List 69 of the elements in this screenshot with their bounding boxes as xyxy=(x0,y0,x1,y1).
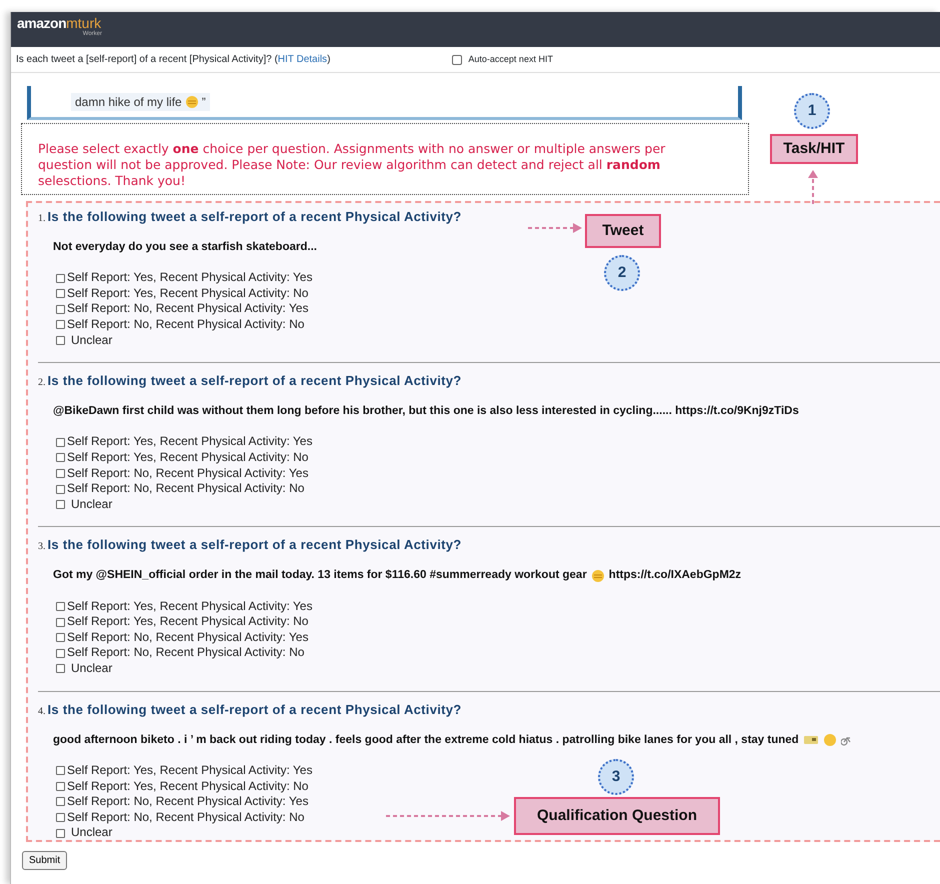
tweet-text: Not everyday do you see a starfish skateboard... xyxy=(53,240,317,255)
tweet-text: Got my @SHEIN_official order in the mail today. 13 items for $116.60 #summerready workout gear xyxy=(53,568,587,584)
option-label: Self Report: No, Recent Physical Activity: No xyxy=(67,481,304,497)
tweet-text: damn hike of my life xyxy=(75,94,182,110)
checkbox[interactable] xyxy=(56,289,65,298)
checkbox[interactable] xyxy=(56,468,65,478)
logo-text: mturk xyxy=(66,15,102,31)
quote-mark: ” xyxy=(202,94,206,110)
option-label: Unclear xyxy=(71,825,112,841)
option-label: Self Report: No, Recent Physical Activity: No xyxy=(67,317,304,333)
question-number: 1. xyxy=(38,212,46,226)
checkbox[interactable] xyxy=(56,633,65,642)
checkbox[interactable] xyxy=(56,797,65,806)
dashed-arrow xyxy=(807,170,819,204)
option-label: Self Report: Yes, Recent Physical Activity: No xyxy=(67,778,308,794)
checkbox[interactable] xyxy=(56,602,65,611)
dashed-arrow xyxy=(528,222,582,234)
option-label: Self Report: No, Recent Physical Activity: Yes xyxy=(67,466,308,482)
ticket-icon xyxy=(802,734,819,746)
checkbox[interactable] xyxy=(56,500,65,510)
checkbox[interactable] xyxy=(56,336,65,345)
checkbox[interactable] xyxy=(56,484,65,494)
submit-button[interactable]: Submit xyxy=(22,851,68,870)
checkbox[interactable] xyxy=(56,304,65,314)
option-label: Self Report: Yes, Recent Physical Activity: No xyxy=(67,450,308,466)
checkbox[interactable] xyxy=(56,664,65,674)
option-label: Self Report: No, Recent Physical Activity: Yes xyxy=(67,301,308,318)
option-label: Unclear xyxy=(71,496,112,512)
question-title: Is the following tweet a self-report of a recent Physical Activity? xyxy=(48,372,462,390)
option-label: Unclear xyxy=(71,332,112,348)
checkbox[interactable] xyxy=(56,648,65,658)
checkbox[interactable] xyxy=(56,828,65,838)
option-label: Self Report: No, Recent Physical Activity: Yes xyxy=(67,794,308,810)
option-label: Unclear xyxy=(71,661,112,677)
question-title: Is the following tweet a self-report of a recent Physical Activity? xyxy=(48,700,462,719)
checkbox[interactable] xyxy=(56,274,65,283)
logo-text: amazon xyxy=(17,15,66,31)
question-number: 4. xyxy=(38,704,46,719)
checkbox[interactable] xyxy=(56,782,65,791)
checkbox[interactable] xyxy=(56,618,65,627)
annotation-label: Tweet xyxy=(585,214,661,248)
checkbox[interactable] xyxy=(56,453,65,462)
annotation-label: Task/HIT xyxy=(770,134,858,164)
option-label: Self Report: Yes, Recent Physical Activity: No xyxy=(67,614,308,630)
option-label: Self Report: Yes, Recent Physical Activity: Yes xyxy=(67,270,312,286)
instructions-text: Please select exactly one choice per question. Assignments with no answer or multiple answers per question will not be approved. Please Note: Our review algorithm can detect and reject all random selesctions. Thank you! xyxy=(21,123,749,195)
checkbox-label: Auto-accept next HIT xyxy=(468,52,553,66)
option-label: Self Report: No, Recent Physical Activity: No xyxy=(67,810,304,826)
hit-details-link[interactable]: HIT Details xyxy=(278,54,328,65)
question-title: Is the following tweet a self-report of a recent Physical Activity? xyxy=(48,536,462,554)
auto-accept-checkbox[interactable] xyxy=(452,54,462,64)
annotation-label: Qualification Question xyxy=(514,797,720,835)
option-label: Self Report: No, Recent Physical Activity: No xyxy=(67,645,304,662)
checkbox[interactable] xyxy=(56,812,65,822)
option-label: Self Report: Yes, Recent Physical Activity: Yes xyxy=(67,434,312,450)
checkbox[interactable] xyxy=(56,320,65,330)
option-label: Self Report: Yes, Recent Physical Activity: Yes xyxy=(67,598,312,614)
checkbox[interactable] xyxy=(56,438,65,447)
tweet-text: @BikeDawn first child was without them long before his brother, but this one is also less interested in cycling...... https://t.co/9Knj9zTiDs xyxy=(53,404,799,420)
face-icon xyxy=(822,733,837,748)
option-label: Self Report: No, Recent Physical Activity: Yes xyxy=(67,630,308,646)
question-title: Is the following tweet a self-report of a recent Physical Activity? xyxy=(48,208,462,226)
question-number: 3. xyxy=(38,540,46,554)
question-number: 2. xyxy=(38,376,46,390)
option-label: Self Report: Yes, Recent Physical Activity: Yes xyxy=(67,762,312,778)
option-label: Self Report: Yes, Recent Physical Activity: No xyxy=(67,286,308,302)
tweet-text: good afternoon biketo . i ’ m back out riding today . feels good after the extreme cold hiatus . patrolling bike lanes for you all , stay tuned xyxy=(53,732,799,748)
hit-title: Is each tweet a [self-report] of a recent [Physical Activity]? (HIT Details) xyxy=(16,53,330,67)
checkbox[interactable] xyxy=(56,766,65,776)
